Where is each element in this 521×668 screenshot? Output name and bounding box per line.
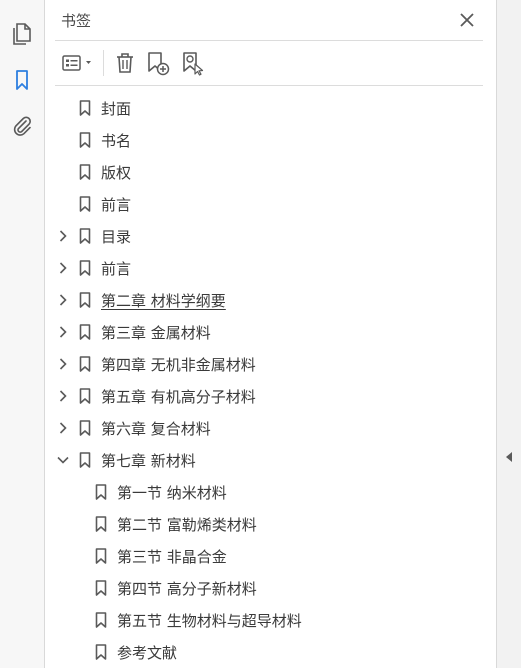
chevron-right-icon[interactable] — [57, 390, 69, 402]
bookmarks-panel: 书签 封面 书名 版权 前言 目录 前言 第二章 材料学纲要 第三章 金属材料 … — [45, 0, 496, 668]
bookmark-label: 第四节 高分子新材料 — [117, 580, 257, 598]
bookmark-icon — [79, 388, 91, 404]
find-bookmark-button[interactable] — [177, 48, 207, 78]
bookmark-icon — [79, 100, 91, 116]
bookmark-label: 第二节 富勒烯类材料 — [117, 516, 257, 534]
bookmark-item[interactable]: 目录 — [45, 220, 496, 252]
bookmark-label: 书名 — [101, 132, 132, 150]
toolbar-separator — [103, 50, 104, 76]
bookmark-icon — [95, 516, 107, 532]
new-bookmark-button[interactable] — [143, 48, 173, 78]
chevron-right-icon[interactable] — [57, 294, 69, 306]
bookmark-label: 参考文献 — [117, 644, 178, 662]
toolbar-divider — [55, 85, 483, 86]
attachments-button[interactable] — [8, 112, 36, 140]
chevron-right-icon[interactable] — [57, 326, 69, 338]
chevron-right-icon[interactable] — [57, 358, 69, 370]
bookmark-icon — [16, 70, 28, 90]
bookmark-item[interactable]: 书名 — [45, 124, 496, 156]
bookmark-item[interactable]: 封面 — [45, 92, 496, 124]
panel-header: 书签 — [45, 0, 496, 40]
bookmark-label: 第二章 材料学纲要 — [101, 292, 226, 310]
header-divider — [55, 40, 483, 41]
bookmark-label: 第三节 非晶合金 — [117, 548, 227, 566]
navigation-rail — [0, 0, 45, 668]
bookmark-item[interactable]: 第三节 非晶合金 — [45, 540, 496, 572]
delete-bookmark-button[interactable] — [111, 48, 139, 78]
pages-button[interactable] — [8, 20, 36, 48]
chevron-right-icon[interactable] — [57, 230, 69, 242]
bookmark-icon — [79, 260, 91, 276]
bookmark-label: 目录 — [101, 228, 132, 246]
bookmark-item[interactable]: 第六章 复合材料 — [45, 412, 496, 444]
bookmark-item[interactable]: 第四节 高分子新材料 — [45, 572, 496, 604]
bookmark-item[interactable]: 第四章 无机非金属材料 — [45, 348, 496, 380]
bookmark-icon — [79, 324, 91, 340]
bookmark-icon — [79, 292, 91, 308]
add-bookmark-icon — [148, 52, 170, 76]
bookmark-label: 第一节 纳米材料 — [117, 484, 227, 502]
find-bookmark-icon — [183, 52, 204, 76]
chevron-down-icon[interactable] — [57, 454, 69, 466]
bookmark-item[interactable]: 前言 — [45, 252, 496, 284]
bookmark-icon — [79, 452, 91, 468]
chevron-right-icon[interactable] — [57, 422, 69, 434]
bookmark-label: 第七章 新材料 — [101, 452, 196, 470]
close-button[interactable] — [456, 9, 478, 31]
bookmark-icon — [79, 420, 91, 436]
trash-icon — [117, 53, 133, 73]
bookmark-label: 第五章 有机高分子材料 — [101, 388, 256, 406]
bookmark-icon — [95, 612, 107, 628]
bookmark-item[interactable]: 第二节 富勒烯类材料 — [45, 508, 496, 540]
bookmark-item[interactable]: 第五节 生物材料与超导材料 — [45, 604, 496, 636]
bookmark-item[interactable]: 第七章 新材料 — [45, 444, 496, 476]
bookmark-toolbar — [55, 44, 483, 82]
options-menu-icon — [62, 55, 91, 71]
bookmark-label: 第六章 复合材料 — [101, 420, 211, 438]
bookmark-icon — [95, 484, 107, 500]
bookmark-icon — [79, 132, 91, 148]
bookmark-label: 前言 — [101, 196, 132, 214]
bookmark-item[interactable]: 第五章 有机高分子材料 — [45, 380, 496, 412]
bookmarks-button[interactable] — [8, 66, 36, 94]
bookmark-icon — [79, 164, 91, 180]
bookmark-item[interactable]: 前言 — [45, 188, 496, 220]
bookmark-item[interactable]: 参考文献 — [45, 636, 496, 668]
bookmark-label: 第五节 生物材料与超导材料 — [117, 612, 302, 630]
bookmark-tree: 封面 书名 版权 前言 目录 前言 第二章 材料学纲要 第三章 金属材料 第四章 无机非金属材料… — [45, 92, 496, 668]
collapse-panel-button[interactable] — [503, 450, 515, 464]
bookmark-item[interactable]: 第二章 材料学纲要 — [45, 284, 496, 316]
bookmark-icon — [79, 228, 91, 244]
paperclip-icon — [13, 116, 31, 136]
options-menu-button[interactable] — [59, 48, 99, 78]
bookmark-item[interactable]: 版权 — [45, 156, 496, 188]
bookmark-item[interactable]: 第一节 纳米材料 — [45, 476, 496, 508]
bookmark-icon — [95, 644, 107, 660]
close-icon — [460, 13, 474, 27]
bookmark-icon — [95, 548, 107, 564]
pages-icon — [13, 23, 31, 45]
panel-collapse-strip — [496, 0, 521, 668]
bookmark-label: 封面 — [101, 100, 132, 118]
bookmark-label: 版权 — [101, 164, 132, 182]
panel-title: 书签 — [61, 12, 92, 30]
bookmark-label: 第四章 无机非金属材料 — [101, 356, 256, 374]
bookmark-label: 第三章 金属材料 — [101, 324, 211, 342]
bookmark-label: 前言 — [101, 260, 132, 278]
triangle-left-icon — [506, 452, 512, 462]
bookmark-item[interactable]: 第三章 金属材料 — [45, 316, 496, 348]
bookmark-icon — [79, 356, 91, 372]
bookmark-icon — [79, 196, 91, 212]
bookmark-icon — [95, 580, 107, 596]
chevron-right-icon[interactable] — [57, 262, 69, 274]
